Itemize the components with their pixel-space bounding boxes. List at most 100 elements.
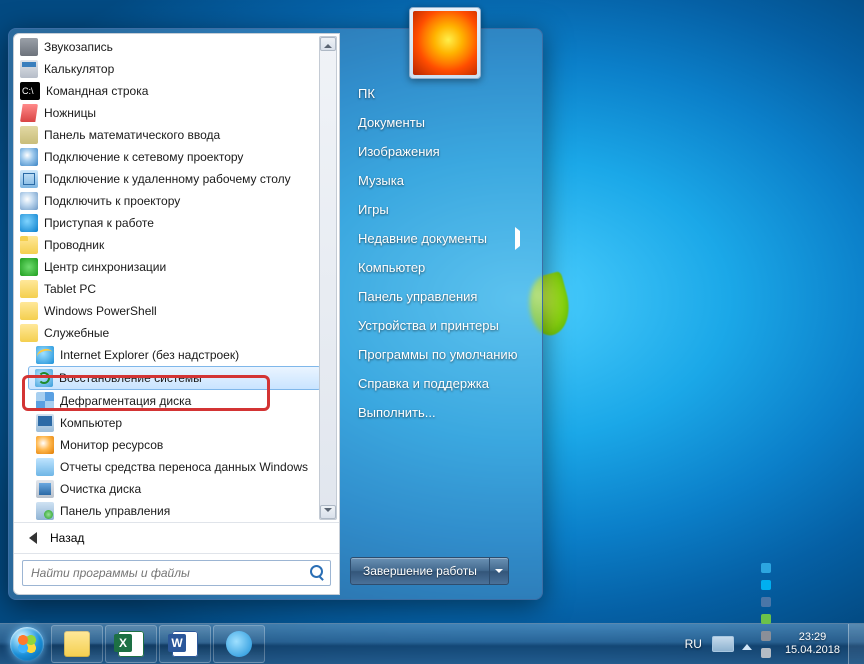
- defrag-icon: [36, 392, 54, 410]
- right-pane-item[interactable]: Музыка: [348, 166, 534, 195]
- utorrent-tray-icon[interactable]: [758, 610, 775, 627]
- right-pane-label: Панель управления: [358, 289, 477, 304]
- program-item[interactable]: Звукозапись: [14, 36, 339, 58]
- program-label: Панель математического ввода: [44, 128, 220, 142]
- excel-icon: [118, 631, 144, 657]
- taskbar-word[interactable]: [159, 625, 211, 663]
- language-indicator[interactable]: RU: [685, 637, 702, 651]
- taskbar-ie[interactable]: [213, 625, 265, 663]
- search-icon: [310, 565, 326, 581]
- program-label: Ножницы: [44, 106, 96, 120]
- folder-icon: [20, 324, 38, 342]
- right-pane-label: Музыка: [358, 173, 404, 188]
- program-label: Звукозапись: [44, 40, 113, 54]
- program-label: Калькулятор: [44, 62, 114, 76]
- scroll-up-button[interactable]: [320, 37, 336, 51]
- right-pane-item[interactable]: ПК: [348, 79, 534, 108]
- ie-icon: [36, 346, 54, 364]
- explorer-icon: [20, 236, 38, 254]
- program-label: Монитор ресурсов: [60, 438, 163, 452]
- sync-icon: [20, 258, 38, 276]
- restore-icon: [35, 369, 53, 387]
- right-pane-item[interactable]: Компьютер: [348, 253, 534, 282]
- explorer-icon: [64, 631, 90, 657]
- program-label: Командная строка: [46, 84, 148, 98]
- shutdown-options-arrow[interactable]: [490, 558, 508, 584]
- program-item[interactable]: Подключение к сетевому проектору: [14, 146, 339, 168]
- vk-tray-icon[interactable]: [758, 593, 775, 610]
- folder-icon: [20, 280, 38, 298]
- camera-tray-icon[interactable]: [758, 644, 775, 661]
- right-pane-label: Компьютер: [358, 260, 425, 275]
- clean-icon: [36, 480, 54, 498]
- user-avatar[interactable]: [409, 7, 481, 79]
- mic-icon: [20, 38, 38, 56]
- shutdown-button[interactable]: Завершение работы: [350, 557, 509, 585]
- skype-tray-icon[interactable]: [758, 576, 775, 593]
- program-item[interactable]: Приступая к работе: [14, 212, 339, 234]
- scroll-down-button[interactable]: [320, 505, 336, 519]
- snip-icon: [20, 104, 38, 122]
- telegram-tray-icon[interactable]: [758, 559, 775, 576]
- shutdown-label: Завершение работы: [351, 558, 490, 584]
- right-pane-item[interactable]: Справка и поддержка: [348, 369, 534, 398]
- taskbar: RU 23:29 15.04.2018: [0, 623, 864, 664]
- program-label: Дефрагментация диска: [60, 394, 191, 408]
- program-item[interactable]: Проводник: [14, 234, 339, 256]
- right-pane-item[interactable]: Панель управления: [348, 282, 534, 311]
- program-item[interactable]: Монитор ресурсов: [14, 434, 339, 456]
- start-menu: Звукозапись Калькулятор Командная строка Но…: [8, 28, 543, 600]
- clock-time: 23:29: [785, 631, 840, 644]
- clock[interactable]: 23:29 15.04.2018: [785, 631, 840, 657]
- back-button[interactable]: Назад: [14, 522, 339, 553]
- search-row: [14, 553, 339, 594]
- program-item[interactable]: Очистка диска: [14, 478, 339, 500]
- program-item[interactable]: Подключение к удаленному рабочему столу: [14, 168, 339, 190]
- search-input[interactable]: [23, 566, 330, 580]
- disk-tray-icon[interactable]: [758, 627, 775, 644]
- program-item[interactable]: Отчеты средства переноса данных Windows: [14, 456, 339, 478]
- right-pane-label: ПК: [358, 86, 375, 101]
- taskbar-excel[interactable]: [105, 625, 157, 663]
- program-item[interactable]: Центр синхронизации: [14, 256, 339, 278]
- program-label: Компьютер: [60, 416, 122, 430]
- taskbar-explorer[interactable]: [51, 625, 103, 663]
- resmon-icon: [36, 436, 54, 454]
- program-item[interactable]: Подключить к проектору: [14, 190, 339, 212]
- back-arrow-icon: [22, 529, 40, 547]
- math-icon: [20, 126, 38, 144]
- start-button[interactable]: [4, 625, 50, 663]
- program-item[interactable]: Командная строка: [14, 80, 339, 102]
- program-item[interactable]: Восстановление системы: [28, 366, 321, 390]
- keyboard-icon[interactable]: [712, 636, 734, 652]
- program-item[interactable]: Компьютер: [14, 412, 339, 434]
- all-programs-list[interactable]: Звукозапись Калькулятор Командная строка Но…: [14, 34, 339, 522]
- start-menu-left-pane: Звукозапись Калькулятор Командная строка Но…: [13, 33, 340, 595]
- show-desktop-button[interactable]: [848, 624, 864, 664]
- right-pane-item[interactable]: Документы: [348, 108, 534, 137]
- program-label: Очистка диска: [60, 482, 141, 496]
- search-box[interactable]: [22, 560, 331, 586]
- right-pane-item[interactable]: Программы по умолчанию: [348, 340, 534, 369]
- shutdown-row: Завершение работы: [348, 553, 534, 591]
- program-item[interactable]: Дефрагментация диска: [14, 390, 339, 412]
- avatar-image: [413, 11, 477, 75]
- program-item[interactable]: Панель математического ввода: [14, 124, 339, 146]
- program-item[interactable]: Internet Explorer (без надстроек): [14, 344, 339, 366]
- program-item[interactable]: Калькулятор: [14, 58, 339, 80]
- program-item[interactable]: Windows PowerShell: [14, 300, 339, 322]
- rdp-icon: [20, 170, 38, 188]
- right-pane-item[interactable]: Изображения: [348, 137, 534, 166]
- right-pane-item[interactable]: Игры: [348, 195, 534, 224]
- program-label: Windows PowerShell: [44, 304, 157, 318]
- word-icon: [172, 631, 198, 657]
- tray-overflow-icon[interactable]: [742, 639, 752, 650]
- right-pane-item[interactable]: Устройства и принтеры: [348, 311, 534, 340]
- program-item[interactable]: Служебные: [14, 322, 339, 344]
- folder-icon: [20, 302, 38, 320]
- right-pane-item[interactable]: Недавние документы: [348, 224, 534, 253]
- program-item[interactable]: Панель управления: [14, 500, 339, 522]
- program-item[interactable]: Tablet PC: [14, 278, 339, 300]
- program-item[interactable]: Ножницы: [14, 102, 339, 124]
- right-pane-item[interactable]: Выполнить...: [348, 398, 534, 427]
